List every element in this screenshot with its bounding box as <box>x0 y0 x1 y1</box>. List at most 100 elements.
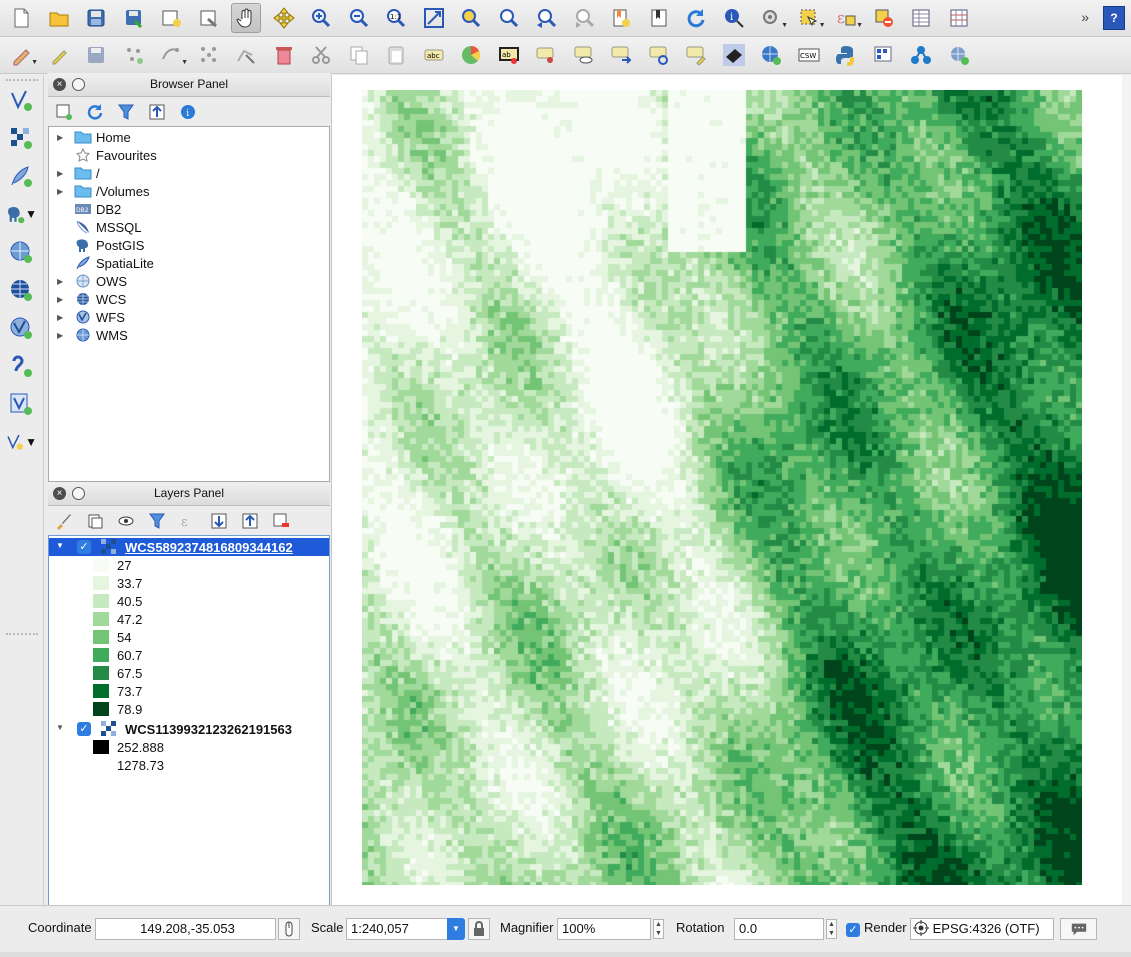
collapse-arrow-icon[interactable]: ▼ <box>56 723 64 732</box>
add-group-button[interactable] <box>84 510 106 532</box>
new-project-button[interactable] <box>6 3 36 33</box>
layer-row[interactable]: ▼ ✓ WCS1139932123262191563 <box>49 720 329 738</box>
filter-browser-button[interactable] <box>115 101 137 123</box>
toolbar-grip[interactable] <box>6 633 38 637</box>
browser-item-spatialite[interactable]: SpatiaLite <box>49 254 329 272</box>
float-panel-icon[interactable] <box>72 487 85 500</box>
zoom-actual-size-button[interactable]: 1:1 <box>381 3 411 33</box>
magnifier-stepper[interactable]: ▲ ▼ <box>653 919 664 939</box>
manage-visibility-button[interactable] <box>115 510 137 532</box>
scale-combobox[interactable]: 1:240,057 <box>346 918 449 940</box>
expand-arrow-icon[interactable]: ▶ <box>57 187 63 196</box>
layer-visibility-checkbox[interactable]: ✓ <box>77 540 91 554</box>
zoom-to-selection-button[interactable] <box>456 3 486 33</box>
pin-labels-button[interactable]: ab <box>494 40 524 70</box>
expand-arrow-icon[interactable]: ▶ <box>57 331 63 340</box>
toolbar-overflow-icon[interactable]: » <box>1081 9 1089 25</box>
scale-dropdown-icon[interactable]: ▼ <box>447 918 465 940</box>
expand-arrow-icon[interactable]: ▶ <box>57 313 63 322</box>
new-print-composer-button[interactable] <box>156 3 186 33</box>
add-wms-layer-button[interactable] <box>5 237 37 267</box>
render-checkbox[interactable]: ✓ <box>846 923 860 937</box>
diagram-button[interactable] <box>456 40 486 70</box>
expand-arrow-icon[interactable]: ▶ <box>57 169 63 178</box>
highlight-pinned-button[interactable] <box>531 40 561 70</box>
zoom-in-button[interactable] <box>306 3 336 33</box>
move-label-button[interactable] <box>606 40 636 70</box>
browser-item-wms[interactable]: ▶ WMS <box>49 326 329 344</box>
pan-to-selection-button[interactable] <box>269 3 299 33</box>
collapse-all-layers-button[interactable] <box>239 510 261 532</box>
browser-item-wcs[interactable]: ▶ WCS <box>49 290 329 308</box>
add-selected-layers-button[interactable] <box>53 101 75 123</box>
add-delimited-text-button[interactable] <box>5 351 37 381</box>
add-feature-button[interactable] <box>119 40 149 70</box>
new-shapefile-layer-button[interactable]: ▼ <box>5 427 37 457</box>
filter-by-expression-button[interactable]: ε <box>177 510 199 532</box>
toggle-editing-button[interactable] <box>44 40 74 70</box>
toggle-extents-button[interactable] <box>278 918 300 940</box>
expand-all-button[interactable] <box>208 510 230 532</box>
copy-features-button[interactable] <box>344 40 374 70</box>
current-edits-button[interactable]: ▼ <box>6 40 38 70</box>
layer-row[interactable]: ▼ ✓ WCS5892374816809344162 <box>49 538 329 556</box>
remove-layer-button[interactable] <box>270 510 292 532</box>
collapse-arrow-icon[interactable]: ▼ <box>56 541 64 550</box>
processing-button[interactable] <box>906 40 936 70</box>
zoom-out-button[interactable] <box>344 3 374 33</box>
add-wcs-layer-button[interactable] <box>5 275 37 305</box>
change-label-button[interactable] <box>681 40 711 70</box>
browser-item-home[interactable]: ▶ Home <box>49 128 329 146</box>
csw-button[interactable]: CSW <box>794 40 824 70</box>
coordinate-field[interactable]: 149.208,-35.053 <box>95 918 276 940</box>
paste-features-button[interactable] <box>381 40 411 70</box>
attribute-table-button[interactable] <box>906 3 936 33</box>
browser-item-wfs[interactable]: ▶ WFS <box>49 308 329 326</box>
add-postgis-layer-button[interactable]: ▼ <box>5 199 37 229</box>
show-bookmarks-button[interactable] <box>644 3 674 33</box>
browser-item-ows[interactable]: ▶ OWS <box>49 272 329 290</box>
expand-arrow-icon[interactable]: ▶ <box>57 277 63 286</box>
toolbar-grip[interactable] <box>6 79 38 83</box>
zoom-next-button[interactable] <box>569 3 599 33</box>
select-by-expression-button[interactable]: ε ▼ <box>831 3 863 33</box>
browser-item-postgis[interactable]: PostGIS <box>49 236 329 254</box>
qgis-cloud-button[interactable] <box>869 40 899 70</box>
expand-arrow-icon[interactable]: ▶ <box>57 295 63 304</box>
save-as-button[interactable] <box>119 3 149 33</box>
add-raster-layer-button[interactable] <box>5 123 37 153</box>
georeferencer-button[interactable] <box>719 40 749 70</box>
browser-item-favourites[interactable]: Favourites <box>49 146 329 164</box>
statistics-button[interactable] <box>944 3 974 33</box>
open-project-button[interactable] <box>44 3 74 33</box>
composer-manager-button[interactable] <box>194 3 224 33</box>
refresh-browser-button[interactable] <box>84 101 106 123</box>
rotation-field[interactable]: 0.0 <box>734 918 824 940</box>
zoom-to-layer-button[interactable] <box>494 3 524 33</box>
new-bookmark-button[interactable] <box>606 3 636 33</box>
zoom-last-button[interactable] <box>531 3 561 33</box>
crs-button[interactable]: EPSG:4326 (OTF) <box>910 918 1054 940</box>
add-virtual-layer-button[interactable] <box>5 389 37 419</box>
lock-scale-button[interactable] <box>468 918 490 940</box>
measure-button[interactable]: ▼ <box>756 3 788 33</box>
add-wfs-layer-button[interactable] <box>5 313 37 343</box>
close-panel-icon[interactable]: × <box>53 487 66 500</box>
add-spatialite-layer-button[interactable] <box>5 161 37 191</box>
zoom-full-button[interactable] <box>419 3 449 33</box>
plugin-globe-button[interactable] <box>944 40 974 70</box>
metasearch-button[interactable] <box>756 40 786 70</box>
refresh-button[interactable] <box>681 3 711 33</box>
node-tool-button[interactable] <box>194 40 224 70</box>
browser-item-volumes[interactable]: ▶ /Volumes <box>49 182 329 200</box>
select-button[interactable]: ▼ <box>794 3 826 33</box>
browser-item-db2[interactable]: DB2 DB2 <box>49 200 329 218</box>
float-panel-icon[interactable] <box>72 78 85 91</box>
vertex-edit-button[interactable] <box>231 40 261 70</box>
cut-features-button[interactable] <box>306 40 336 70</box>
python-console-button[interactable] <box>831 40 861 70</box>
style-manager-button[interactable] <box>53 510 75 532</box>
close-panel-icon[interactable]: × <box>53 78 66 91</box>
collapse-all-button[interactable] <box>146 101 168 123</box>
browser-item-root[interactable]: ▶ / <box>49 164 329 182</box>
